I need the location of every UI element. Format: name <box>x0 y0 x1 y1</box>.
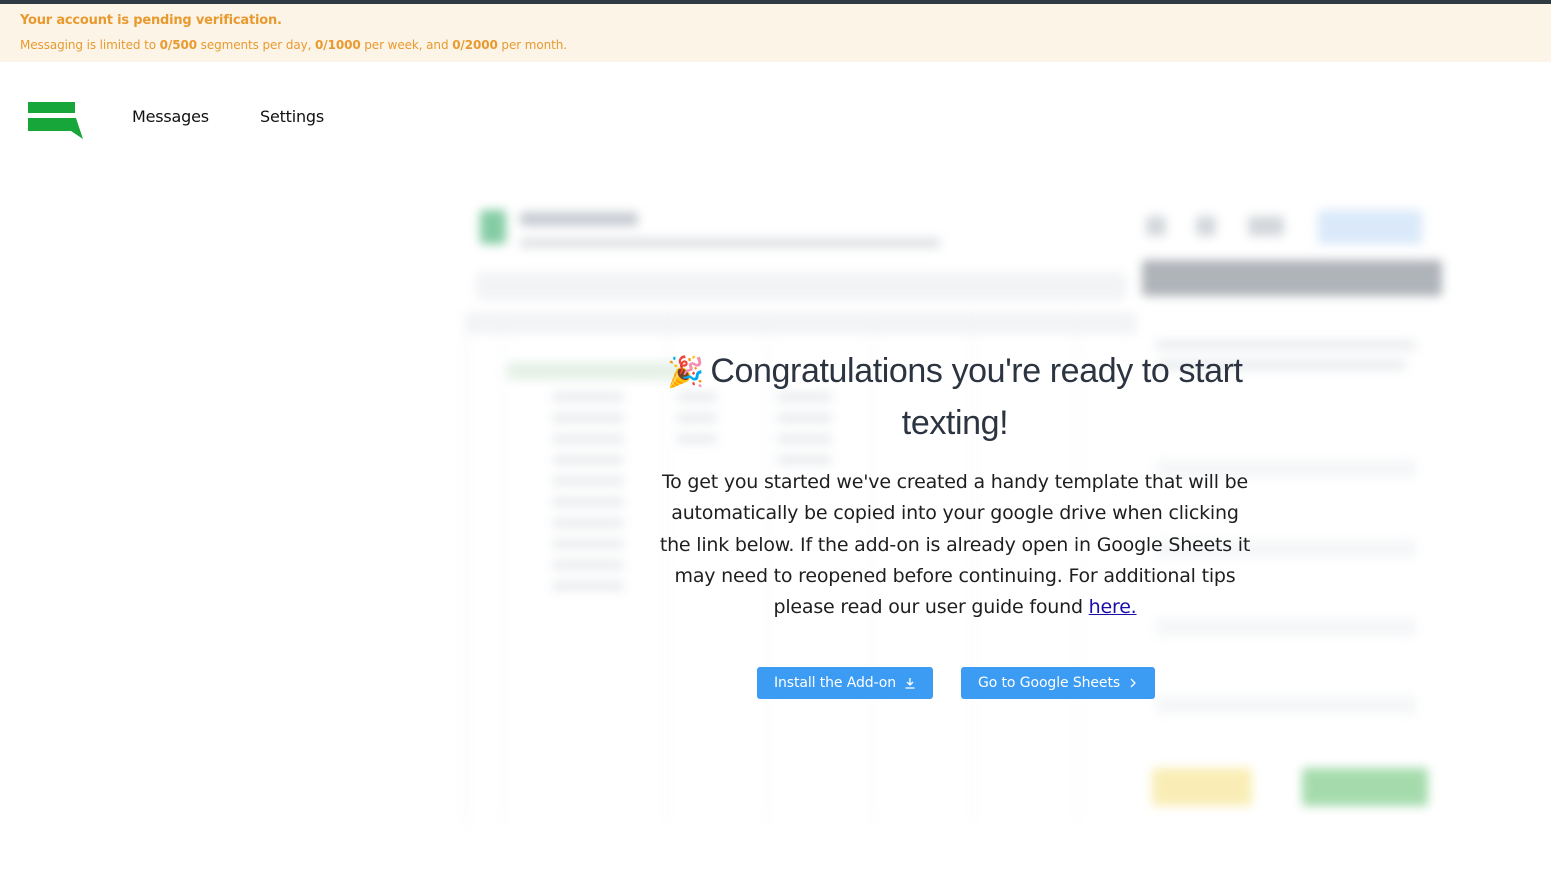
party-popper-icon: 🎉 <box>667 356 705 389</box>
page-title: 🎉 Congratulations you're ready to start t… <box>640 346 1270 449</box>
day-text: segments per day, <box>196 38 316 52</box>
banner-limits-text: Messaging is limited to 0/500 segments p… <box>20 38 567 52</box>
banner-prefix: Messaging is limited to <box>20 38 160 52</box>
nav-settings[interactable]: Settings <box>260 107 324 126</box>
week-text: per week, and <box>360 38 453 52</box>
description: To get you started we've created a handy… <box>655 467 1255 623</box>
nav-messages[interactable]: Messages <box>132 107 209 126</box>
banner-title: Your account is pending verification. <box>20 13 282 28</box>
description-text: To get you started we've created a handy… <box>659 471 1251 619</box>
onboarding-message: 🎉 Congratulations you're ready to start t… <box>640 346 1270 623</box>
app-logo-icon[interactable] <box>27 101 85 141</box>
user-guide-link[interactable]: here. <box>1089 596 1137 618</box>
day-limit: 0/500 <box>159 38 197 52</box>
download-icon <box>905 678 915 689</box>
week-limit: 0/1000 <box>315 38 361 52</box>
month-limit: 0/2000 <box>452 38 498 52</box>
install-button-label: Install the Add-on <box>773 675 897 691</box>
sheets-button-label: Go to Google Sheets <box>977 675 1121 691</box>
verification-banner: Your account is pending verification. Me… <box>0 4 1551 62</box>
go-to-sheets-button[interactable]: Go to Google Sheets <box>961 667 1155 699</box>
title-text: Congratulations you're ready to start te… <box>710 352 1243 442</box>
install-addon-button[interactable]: Install the Add-on <box>757 667 933 699</box>
chevron-right-icon <box>1130 678 1136 688</box>
month-text: per month. <box>497 38 567 52</box>
